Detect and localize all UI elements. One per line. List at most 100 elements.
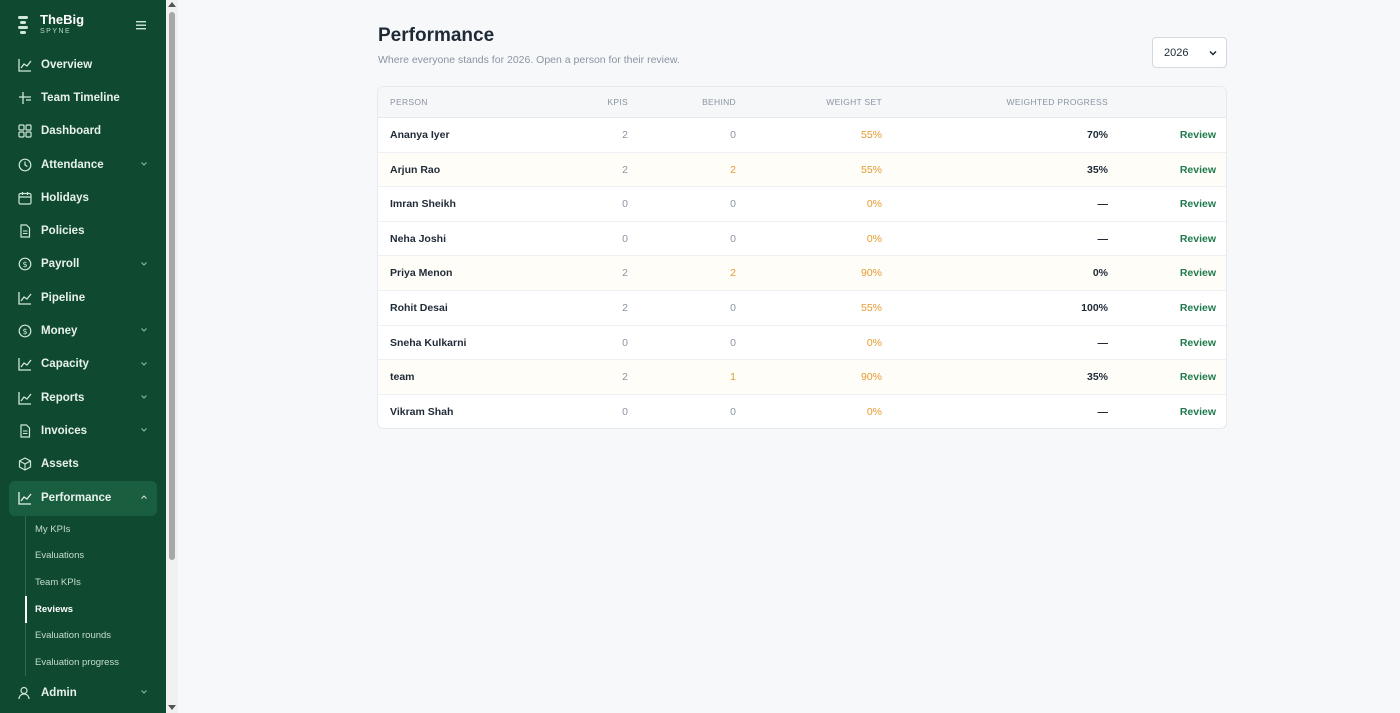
page-title: Performance: [378, 25, 495, 46]
person-name: Rohit Desai: [390, 302, 448, 314]
sidebar-item-money[interactable]: $ Money: [0, 314, 166, 347]
behind-count: 2: [730, 163, 736, 176]
table-row[interactable]: Sneha Kulkarni 0 0 0% — Review: [378, 326, 1226, 361]
sidebar-item-overview[interactable]: Overview: [0, 48, 166, 81]
user-icon: [18, 686, 30, 699]
page-subtitle: Where everyone stands for 2026. Open a p…: [378, 54, 680, 66]
kpis-count: 0: [622, 405, 628, 418]
submenu-item-my-kpis[interactable]: My KPIs: [26, 516, 166, 543]
weighted-progress: —: [1097, 198, 1109, 211]
column-header-weight-set: WEIGHT SET: [826, 97, 882, 107]
scrollbar-thumb[interactable]: [169, 12, 175, 560]
chevron-down-icon: [141, 162, 147, 166]
brand-name: TheBig: [40, 12, 85, 27]
sidebar-item-admin[interactable]: Admin: [0, 676, 166, 709]
person-name: Neha Joshi: [390, 232, 447, 245]
kpis-count: 0: [622, 198, 628, 211]
weighted-progress: 35%: [1086, 163, 1108, 176]
review-link[interactable]: Review: [1180, 302, 1216, 314]
sidebar-item-dashboard[interactable]: Dashboard: [0, 115, 166, 148]
table-row[interactable]: Vikram Shah 0 0 0% — Review: [378, 395, 1226, 428]
kpis-count: 2: [622, 163, 628, 176]
sidebar-item-label: Admin: [41, 686, 77, 699]
column-header-behind: BEHIND: [702, 97, 736, 107]
weighted-progress: 0%: [1092, 267, 1108, 280]
box-icon: [18, 457, 32, 471]
table-row[interactable]: Ananya Iyer 2 0 55% 70% Review: [378, 118, 1226, 153]
year-select[interactable]: 2026: [1152, 37, 1227, 68]
weighted-progress: —: [1097, 405, 1109, 418]
review-link[interactable]: Review: [1180, 406, 1216, 418]
weighted-progress: 35%: [1086, 371, 1108, 384]
sidebar-item-attendance[interactable]: Attendance: [0, 148, 166, 181]
sidebar-item-team-timeline[interactable]: Team Timeline: [0, 81, 166, 114]
reviews-table: PERSON KPIS BEHIND WEIGHT SET WEIGHTED P…: [377, 86, 1227, 429]
review-link[interactable]: Review: [1180, 164, 1216, 176]
review-link[interactable]: Review: [1180, 337, 1216, 349]
sidebar-item-performance[interactable]: Performance: [9, 480, 157, 516]
sidebar-item-label: Performance: [41, 492, 112, 505]
table-row[interactable]: Imran Sheikh 0 0 0% — Review: [378, 187, 1226, 222]
sidebar-item-payroll[interactable]: $ Payroll: [0, 248, 166, 281]
person-name: Vikram Shah: [390, 405, 454, 418]
behind-count: 0: [730, 129, 736, 141]
sidebar-item-label: Dashboard: [41, 125, 102, 138]
sidebar-item-pipeline[interactable]: Pipeline: [0, 281, 166, 314]
submenu-item-team-kpis[interactable]: Team KPIs: [26, 569, 166, 596]
person-name: Sneha Kulkarni: [390, 336, 467, 349]
chevron-down-icon: [141, 395, 147, 399]
menu-toggle-icon[interactable]: [134, 18, 148, 32]
chevron-down-icon: [141, 328, 147, 333]
table-row[interactable]: Neha Joshi 0 0 0% — Review: [378, 222, 1226, 257]
review-link[interactable]: Review: [1180, 267, 1216, 279]
document-icon: [20, 424, 31, 438]
sidebar-item-reports[interactable]: Reports: [0, 381, 166, 414]
table-row[interactable]: Arjun Rao 2 2 55% 35% Review: [378, 152, 1226, 188]
year-select-value: 2026: [1164, 46, 1189, 59]
clock-icon: [18, 158, 32, 171]
sidebar-item-label: Money: [41, 325, 78, 338]
sidebar-item-label: Reports: [41, 391, 85, 404]
sidebar-item-invoices[interactable]: Invoices: [0, 414, 166, 447]
sidebar-item-holidays[interactable]: Holidays: [0, 181, 166, 214]
sidebar-item-label: Policies: [41, 225, 85, 238]
submenu-item-evaluation-progress[interactable]: Evaluation progress: [26, 649, 166, 676]
table-row[interactable]: team 2 1 90% 35% Review: [378, 360, 1226, 395]
column-header-kpis: KPIS: [607, 97, 628, 107]
chart-line-icon: [18, 391, 32, 405]
behind-count: 0: [730, 232, 736, 245]
submenu-item-evaluation-rounds[interactable]: Evaluation rounds: [26, 623, 166, 650]
review-link[interactable]: Review: [1180, 129, 1216, 141]
behind-count: 0: [730, 336, 736, 349]
sidebar-scrollbar[interactable]: [166, 0, 178, 713]
sidebar-item-policies[interactable]: Policies: [0, 214, 166, 247]
sidebar-item-assets[interactable]: Assets: [0, 448, 166, 481]
weighted-progress: 100%: [1081, 302, 1108, 314]
sidebar-item-label: Holidays: [41, 191, 89, 204]
scroll-up-arrow-icon[interactable]: [168, 2, 176, 7]
submenu-item-reviews[interactable]: Reviews: [25, 595, 166, 623]
chart-line-icon: [18, 492, 32, 506]
submenu-item-evaluations[interactable]: Evaluations: [26, 543, 166, 570]
table-row[interactable]: Priya Menon 2 2 90% 0% Review: [378, 256, 1226, 291]
table-row[interactable]: Rohit Desai 2 0 55% 100% Review: [378, 291, 1226, 326]
sidebar-item-label: Team Timeline: [41, 91, 120, 104]
scroll-down-arrow-icon[interactable]: [168, 705, 176, 710]
weight-set: 0%: [866, 405, 882, 418]
dollar-icon: $: [18, 258, 32, 271]
weight-set: 55%: [860, 302, 882, 314]
person-name: Arjun Rao: [390, 163, 441, 176]
sidebar-item-label: Invoices: [41, 424, 88, 437]
review-link[interactable]: Review: [1180, 198, 1216, 210]
behind-count: 1: [730, 371, 736, 384]
review-link[interactable]: Review: [1180, 371, 1216, 383]
weight-set: 90%: [860, 371, 882, 384]
sidebar-item-capacity[interactable]: Capacity: [0, 348, 166, 381]
svg-text:$: $: [22, 260, 27, 269]
grid-icon: [18, 124, 32, 138]
person-name: team: [390, 371, 415, 384]
column-header-weighted-progress: WEIGHTED PROGRESS: [1006, 97, 1108, 107]
review-link[interactable]: Review: [1180, 233, 1216, 245]
sidebar: TheBig SPYNE Overview Team Timeline Dash…: [0, 0, 166, 713]
behind-count: 2: [730, 267, 736, 280]
